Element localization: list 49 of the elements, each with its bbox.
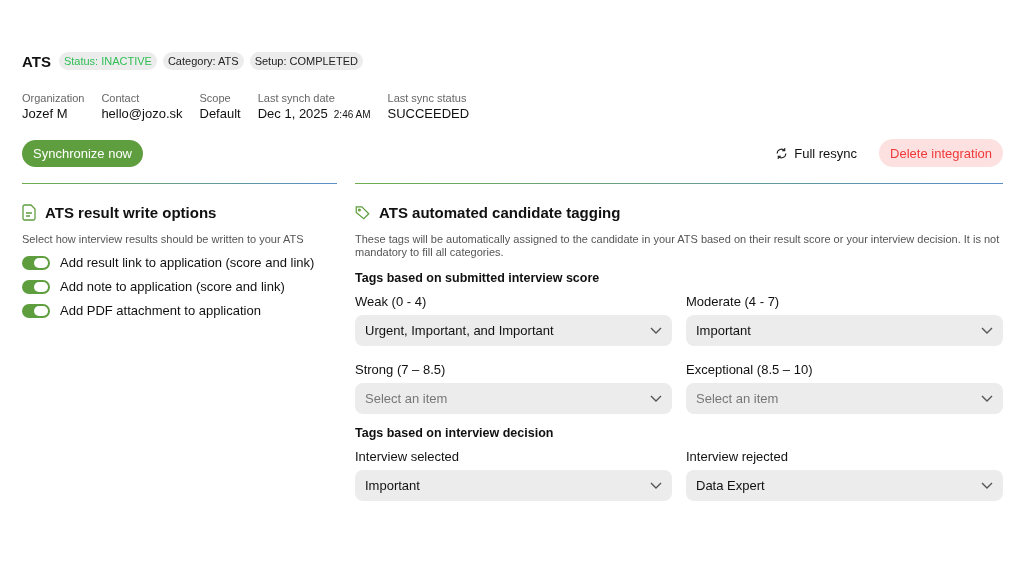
toggle-switch[interactable]	[22, 303, 50, 318]
tag-icon	[355, 205, 370, 220]
tag-select[interactable]: Important	[686, 315, 1003, 346]
chevron-down-icon	[650, 481, 662, 490]
tag-select[interactable]: Select an item	[686, 383, 1003, 414]
chevron-down-icon	[981, 326, 993, 335]
field-label: Moderate (4 - 7)	[686, 294, 781, 309]
field-label: Exceptional (8.5 – 10)	[686, 362, 814, 377]
detail-value: SUCCEEDED	[387, 106, 470, 121]
tag-select[interactable]: Data Expert	[686, 470, 1003, 501]
field-label: Strong (7 – 8.5)	[355, 362, 447, 377]
detail-label: Scope	[199, 92, 232, 104]
group-title: Tags based on interview decision	[355, 426, 555, 440]
toggle-label: Add result link to application (score and link)	[60, 255, 315, 270]
section-title: ATS automated candidate tagging	[379, 204, 621, 221]
chevron-down-icon	[981, 481, 993, 490]
field-label: Interview rejected	[686, 449, 789, 464]
full-resync-button[interactable]: Full resync	[769, 144, 864, 162]
chevron-down-icon	[650, 394, 662, 403]
detail-value: Jozef M	[22, 106, 68, 121]
detail-label: Last sync status	[387, 92, 468, 104]
chevron-down-icon	[650, 326, 662, 335]
toggle-label: Add note to application (score and link)	[60, 279, 285, 294]
document-icon	[22, 204, 36, 221]
toggle-label: Add PDF attachment to application	[60, 303, 261, 318]
section-description: Select how interview results should be written to your ATS	[22, 233, 305, 246]
chevron-down-icon	[981, 394, 993, 403]
detail-value: Default	[199, 106, 241, 121]
refresh-icon	[775, 146, 789, 160]
toggle-switch[interactable]	[22, 279, 50, 294]
info-badge: Category: ATS	[162, 52, 244, 70]
detail-value: Dec 1, 2025	[257, 106, 328, 121]
section-title: ATS result write options	[45, 204, 217, 221]
section-description: These tags will be automatically assigned to the candidate in your ATS based on their result score or your interview decision. It is not mandatory to fill all categories.	[355, 233, 1001, 259]
detail-value: hello@jozo.sk	[101, 106, 183, 121]
integration-title: ATS	[22, 52, 51, 70]
group-title: Tags based on submitted interview score	[355, 271, 601, 285]
toggle-switch[interactable]	[22, 255, 50, 270]
tag-select[interactable]: Select an item	[355, 383, 672, 414]
tag-select[interactable]: Urgent, Important, and Important	[355, 315, 672, 346]
field-label: Interview selected	[355, 449, 461, 464]
tag-select[interactable]: Important	[355, 470, 672, 501]
field-label: Weak (0 - 4)	[355, 294, 428, 309]
detail-time: 2:46 AM	[333, 109, 371, 120]
detail-label: Contact	[101, 92, 141, 104]
status-badge: Status: INACTIVE	[58, 52, 157, 70]
info-badge: Setup: COMPLETED	[249, 52, 363, 70]
detail-label: Last synch date	[257, 92, 336, 104]
detail-label: Organization	[22, 92, 85, 104]
